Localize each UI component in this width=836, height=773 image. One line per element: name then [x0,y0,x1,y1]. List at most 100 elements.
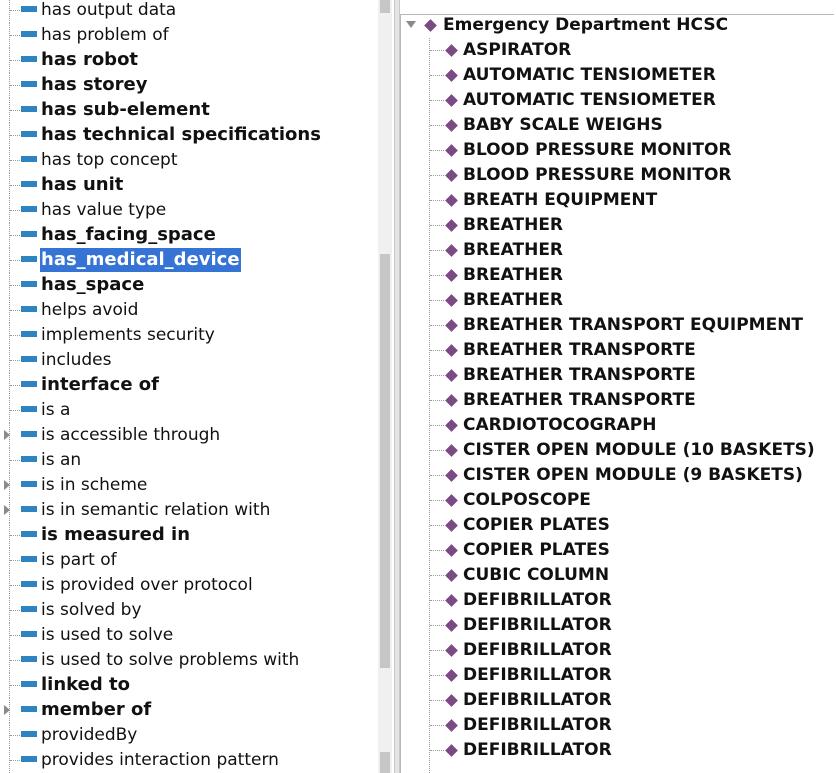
individual-row[interactable]: BREATHER [400,263,830,288]
property-label: is used to solve problems with [41,650,300,670]
tree-guide-line [9,0,10,23]
triangle-right-icon[interactable] [4,430,10,440]
tree-guide-line [10,585,20,586]
vertical-scrollbar[interactable] [378,0,392,773]
individual-row[interactable]: BLOOD PRESSURE MONITOR [400,138,830,163]
individual-row[interactable]: BREATHER [400,238,830,263]
individual-row[interactable]: BREATHER TRANSPORT EQUIPMENT [400,313,830,338]
property-row[interactable]: has robot [0,48,376,73]
property-row[interactable]: is part of [0,548,376,573]
property-row[interactable]: provides interaction pattern [0,748,376,773]
individual-diamond-icon [445,469,458,482]
property-row[interactable]: has output data [0,0,376,23]
property-row[interactable]: is solved by [0,598,376,623]
individual-row[interactable]: BREATHER TRANSPORTE [400,338,830,363]
object-property-icon [21,406,37,412]
property-label: has problem of [41,25,169,45]
property-row[interactable]: implements security [0,323,376,348]
individual-diamond-icon [445,619,458,632]
property-label: is in scheme [41,475,148,495]
tree-guide-line [430,200,444,201]
tree-root-row[interactable]: Emergency Department HCSC [400,13,830,38]
property-row[interactable]: linked to [0,673,376,698]
tree-guide-line [430,75,444,76]
scrollbar-thumb-top[interactable] [380,0,390,13]
property-row[interactable]: has technical specifications [0,123,376,148]
individual-row[interactable]: AUTOMATIC TENSIOMETER [400,88,830,113]
property-row[interactable]: has unit [0,173,376,198]
individual-row[interactable]: DEFIBRILLATOR [400,663,830,688]
property-row[interactable]: is accessible through [0,423,376,448]
individual-row[interactable]: DEFIBRILLATOR [400,688,830,713]
property-row[interactable]: is provided over protocol [0,573,376,598]
individual-diamond-icon [445,44,458,57]
property-row[interactable]: is a [0,398,376,423]
property-row[interactable]: is used to solve [0,623,376,648]
individual-diamond-icon [445,194,458,207]
property-row[interactable]: has_facing_space [0,223,376,248]
individual-row[interactable]: CISTER OPEN MODULE (10 BASKETS) [400,438,830,463]
individual-diamond-icon [424,19,437,32]
property-label: implements security [41,325,215,345]
individual-row[interactable]: DEFIBRILLATOR [400,588,830,613]
individual-row[interactable]: COLPOSCOPE [400,488,830,513]
property-row[interactable]: providedBy [0,723,376,748]
tree-guide-line [10,310,20,311]
individual-row[interactable]: BREATH EQUIPMENT [400,188,830,213]
property-row[interactable]: has_medical_device [0,248,376,273]
property-label: has technical specifications [41,124,321,145]
property-label: helps avoid [41,300,139,320]
individual-row[interactable]: COPIER PLATES [400,538,830,563]
individual-row[interactable]: BABY SCALE WEIGHS [400,113,830,138]
individual-row[interactable]: AUTOMATIC TENSIOMETER [400,63,830,88]
object-property-icon [21,531,37,537]
object-property-icon [21,431,37,437]
individual-row[interactable]: DEFIBRILLATOR [400,613,830,638]
triangle-right-icon[interactable] [4,480,10,490]
individual-row[interactable]: BREATHER [400,288,830,313]
individual-row[interactable]: CISTER OPEN MODULE (9 BASKETS) [400,463,830,488]
triangle-down-icon[interactable] [406,21,416,28]
triangle-right-icon[interactable] [4,505,10,515]
property-row[interactable]: has storey [0,73,376,98]
tree-guide-line [430,300,444,301]
scrollbar-thumb[interactable] [380,254,390,668]
property-row[interactable]: includes [0,348,376,373]
property-row[interactable]: helps avoid [0,298,376,323]
property-row[interactable]: has_space [0,273,376,298]
triangle-right-icon[interactable] [4,705,10,715]
individual-row[interactable]: DEFIBRILLATOR [400,738,830,763]
individual-row[interactable]: BREATHER TRANSPORTE [400,363,830,388]
tree-guide-line [10,235,20,236]
individual-row[interactable]: DEFIBRILLATOR [400,638,830,663]
property-row[interactable]: is an [0,448,376,473]
individual-row[interactable]: BREATHER TRANSPORTE [400,388,830,413]
individual-label: BREATHER TRANSPORT EQUIPMENT [463,315,804,335]
tree-guide-line [430,725,444,726]
individual-row[interactable]: CUBIC COLUMN [400,563,830,588]
individual-row[interactable]: ASPIRATOR [400,38,830,63]
individual-label: BREATHER [463,215,564,235]
individual-label: COPIER PLATES [463,515,610,535]
scrollbar-thumb-bottom[interactable] [380,752,390,773]
individual-row[interactable]: DEFIBRILLATOR [400,713,830,738]
property-row[interactable]: has problem of [0,23,376,48]
property-row[interactable]: is used to solve problems with [0,648,376,673]
tree-guide-line [430,650,444,651]
individual-row[interactable]: BLOOD PRESSURE MONITOR [400,163,830,188]
individual-diamond-icon [445,569,458,582]
property-row[interactable]: has value type [0,198,376,223]
property-row[interactable]: has sub-element [0,98,376,123]
individual-row[interactable]: CARDIOTOCOGRAPH [400,413,830,438]
property-row[interactable]: is in semantic relation with [0,498,376,523]
individual-diamond-icon [445,69,458,82]
object-property-icon [21,731,37,737]
tree-guide-line [430,150,444,151]
property-row[interactable]: has top concept [0,148,376,173]
individual-row[interactable]: COPIER PLATES [400,513,830,538]
property-row[interactable]: is measured in [0,523,376,548]
property-row[interactable]: is in scheme [0,473,376,498]
property-row[interactable]: interface of [0,373,376,398]
property-row[interactable]: member of [0,698,376,723]
individual-row[interactable]: BREATHER [400,213,830,238]
